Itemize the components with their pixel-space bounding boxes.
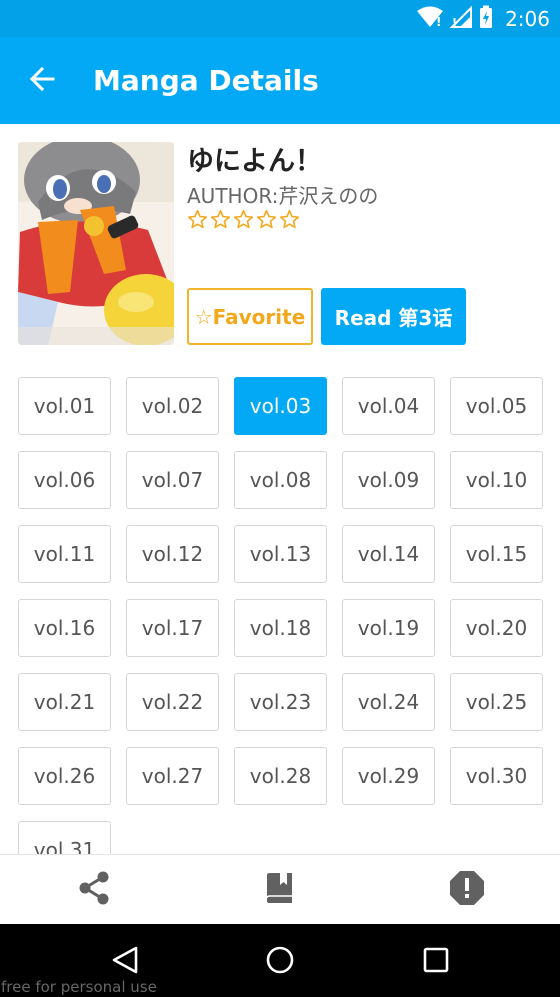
volume-item[interactable]: vol.29: [342, 747, 435, 805]
volume-item[interactable]: vol.07: [126, 451, 219, 509]
volume-item[interactable]: vol.13: [234, 525, 327, 583]
volume-item[interactable]: vol.16: [18, 599, 111, 657]
system-recents-button[interactable]: [414, 940, 458, 984]
read-button[interactable]: Read 第3话: [321, 288, 466, 345]
report-button[interactable]: [442, 865, 492, 915]
battery-charging-icon: [479, 5, 493, 33]
volume-item[interactable]: vol.01: [18, 377, 111, 435]
recents-square-icon: [422, 946, 450, 978]
arrow-left-icon: [29, 66, 55, 96]
status-bar: ! ! 2:06: [0, 0, 560, 37]
author-label: AUTHOR:: [187, 184, 279, 208]
volume-list: vol.01 vol.02 vol.03 vol.04 vol.05 vol.06 vol.…: [0, 360, 560, 854]
volume-grid: vol.01 vol.02 vol.03 vol.04 vol.05 vol.06 vol.…: [18, 377, 543, 854]
status-icons: ! ! 2:06: [417, 5, 550, 32]
svg-text:!: !: [436, 15, 441, 28]
watermark-text: free for personal use: [1, 978, 157, 996]
star-outline-icon: [187, 209, 208, 230]
volume-item[interactable]: vol.04: [342, 377, 435, 435]
volume-item[interactable]: vol.15: [450, 525, 543, 583]
status-time: 2:06: [505, 6, 550, 31]
report-icon: [448, 869, 486, 911]
bottom-toolbar: [0, 854, 560, 924]
rating-stars: [187, 209, 300, 230]
volume-item[interactable]: vol.25: [450, 673, 543, 731]
star-outline-icon: [233, 209, 254, 230]
volume-item[interactable]: vol.21: [18, 673, 111, 731]
signal-icon: !: [449, 5, 473, 32]
manga-author: AUTHOR:芹沢えのの: [187, 182, 378, 210]
favorite-button[interactable]: ☆Favorite: [187, 288, 313, 345]
bookmark-button[interactable]: [255, 865, 305, 915]
star-outline-icon: [256, 209, 277, 230]
manga-cover-image: [18, 142, 174, 345]
volume-item[interactable]: vol.20: [450, 599, 543, 657]
volume-item[interactable]: vol.28: [234, 747, 327, 805]
volume-item[interactable]: vol.22: [126, 673, 219, 731]
star-outline-icon: [279, 209, 300, 230]
volume-item[interactable]: vol.03: [234, 377, 327, 435]
app-bar: Manga Details: [0, 37, 560, 124]
volume-item[interactable]: vol.18: [234, 599, 327, 657]
volume-item[interactable]: vol.14: [342, 525, 435, 583]
volume-item[interactable]: vol.05: [450, 377, 543, 435]
volume-item[interactable]: vol.24: [342, 673, 435, 731]
volume-item[interactable]: vol.31: [18, 821, 111, 854]
wifi-icon: !: [417, 6, 444, 32]
volume-item[interactable]: vol.12: [126, 525, 219, 583]
volume-item[interactable]: vol.02: [126, 377, 219, 435]
volume-item[interactable]: vol.06: [18, 451, 111, 509]
system-home-button[interactable]: [258, 940, 302, 984]
share-icon: [77, 870, 111, 910]
share-button[interactable]: [69, 865, 119, 915]
back-triangle-icon: [111, 945, 139, 979]
volume-item[interactable]: vol.23: [234, 673, 327, 731]
volume-item[interactable]: vol.19: [342, 599, 435, 657]
volume-item[interactable]: vol.30: [450, 747, 543, 805]
back-button[interactable]: [22, 61, 62, 101]
volume-item[interactable]: vol.27: [126, 747, 219, 805]
bookmark-book-icon: [264, 871, 296, 909]
volume-item[interactable]: vol.08: [234, 451, 327, 509]
manga-title: ゆによん！: [187, 146, 322, 177]
volume-item[interactable]: vol.26: [18, 747, 111, 805]
volume-item[interactable]: vol.11: [18, 525, 111, 583]
read-button-label: Read 第3话: [334, 306, 453, 330]
author-name: 芹沢えのの: [278, 184, 379, 208]
home-circle-icon: [265, 945, 295, 979]
volume-item[interactable]: vol.09: [342, 451, 435, 509]
volume-item[interactable]: vol.10: [450, 451, 543, 509]
star-outline-icon: [210, 209, 231, 230]
page-title: Manga Details: [93, 64, 319, 97]
volume-item[interactable]: vol.17: [126, 599, 219, 657]
svg-text:!: !: [452, 16, 457, 28]
favorite-button-label: ☆Favorite: [194, 304, 306, 329]
